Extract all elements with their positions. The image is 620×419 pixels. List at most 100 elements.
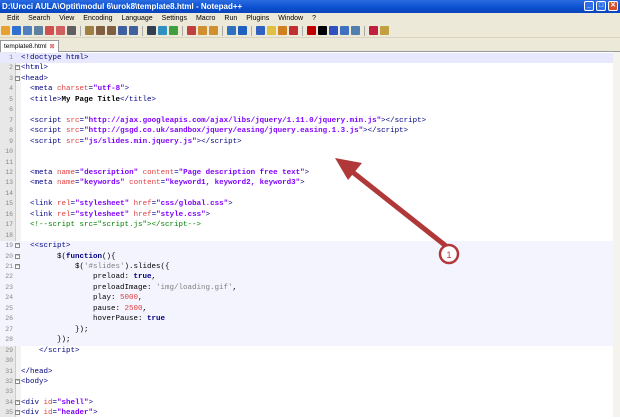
toolbar-button-icon[interactable] [1,26,10,35]
tab-close-icon[interactable]: ⊠ [50,44,55,50]
toolbar-button-icon[interactable] [351,26,360,35]
menu-settings[interactable]: Settings [162,13,187,24]
toolbar-button-icon[interactable] [34,26,43,35]
toolbar-button-icon[interactable] [187,26,196,35]
toolbar-button-icon[interactable] [56,26,65,35]
token-kw: true [147,315,166,324]
code-line[interactable]: 31 </head> [0,367,620,377]
token-tag: <!doctype html> [21,54,89,62]
maximize-button[interactable]: □ [596,1,606,11]
code-line[interactable]: 20− $(function(){ [0,251,620,262]
code-line[interactable]: 30 [0,356,620,366]
menu-language[interactable]: Language [122,13,153,24]
code-line[interactable]: 32− <body> [0,377,620,387]
toolbar-button-icon[interactable] [340,26,349,35]
code-line[interactable]: 4 <meta charset="utf-8"> [0,84,620,94]
code-line[interactable]: 11 [0,158,620,168]
fold-toggle-icon[interactable]: − [15,378,20,384]
code-line[interactable]: 14 [0,189,620,199]
code-line[interactable]: 22 preload: true, [0,272,620,283]
toolbar-button-icon[interactable] [318,26,327,35]
code-line[interactable]: 16 <link rel="stylesheet" href="style.cs… [0,210,620,220]
token-tag: ></script> [363,127,409,136]
toolbar-button-icon[interactable] [289,26,298,35]
fold-toggle-icon[interactable]: − [15,253,20,259]
code-line[interactable]: 26 hoverPause: true [0,314,620,325]
code-line[interactable]: 17 <!--script src="script.js"></script--… [0,220,620,230]
code-line[interactable]: 2− <html> [0,63,620,73]
toolbar-button-icon[interactable] [278,26,287,35]
toolbar-button-icon[interactable] [67,26,76,35]
minimize-button[interactable]: _ [584,1,594,11]
code-line[interactable]: 10 [0,147,620,157]
code-line[interactable]: 27 }); [0,324,620,336]
code-line[interactable]: 15 <link rel="stylesheet" href="css/glob… [0,199,620,209]
toolbar-button-icon[interactable] [85,26,94,35]
toolbar-button-icon[interactable] [96,26,105,35]
toolbar-button-icon[interactable] [256,26,265,35]
toolbar-button-icon[interactable] [118,26,127,35]
code-line[interactable]: 21− $('#slides').slides({ [0,262,620,273]
code-line[interactable]: 23 preloadImage: 'img/loading.gif', [0,282,620,294]
code-line[interactable]: 24 play: 5000, [0,293,620,304]
code-line[interactable]: 3− <head> [0,74,620,84]
code-line[interactable]: 18 [0,231,620,241]
toolbar-button-icon[interactable] [147,26,156,35]
menu-macro[interactable]: Macro [196,13,215,24]
code-line[interactable]: 35− <div id="header"> [0,408,620,418]
close-button[interactable]: ✕ [608,1,618,11]
menu-search[interactable]: Search [28,13,50,24]
toolbar-button-icon[interactable] [307,26,316,35]
toolbar-button-icon[interactable] [209,26,218,35]
code-line[interactable]: 8 <script src="http://gsgd.co.uk/sandbox… [0,126,620,136]
code-line[interactable]: 7 <script src="http://ajax.googleapis.co… [0,116,620,126]
code-line[interactable]: 29 </script> [0,346,620,356]
toolbar-button-icon[interactable] [329,26,338,35]
toolbar-button-icon[interactable] [45,26,54,35]
code-line[interactable]: 12 <meta name="description" content="Pag… [0,168,620,178]
token-attr: content [129,179,161,188]
menu-edit[interactable]: Edit [7,13,19,24]
menu-plugins[interactable]: Plugins [246,13,269,24]
code-line[interactable]: 28 }); [0,335,620,346]
toolbar-button-icon[interactable] [107,26,116,35]
toolbar-button-icon[interactable] [158,26,167,35]
code-line[interactable]: 6 [0,105,620,115]
menu-run[interactable]: Run [224,13,237,24]
fold-toggle-icon[interactable]: − [15,410,20,416]
tab-template8[interactable]: template8.html ⊠ [0,40,59,52]
fold-toggle-icon[interactable]: − [15,399,20,405]
code-line[interactable]: 34− <div id="shell"> [0,398,620,408]
toolbar-button-icon[interactable] [238,26,247,35]
code-line[interactable]: 25 pause: 2500, [0,303,620,315]
menu-view[interactable]: View [59,13,74,24]
code-line[interactable]: 1 <!doctype html> [0,53,620,64]
toolbar-separator [142,25,143,36]
tab-label: template8.html [4,43,47,50]
toolbar-button-icon[interactable] [267,26,276,35]
code-line[interactable]: 9 <script src="js/slides.min.jquery.js">… [0,137,620,147]
code-line[interactable]: 19− <<script> [0,241,620,252]
toolbar-button-icon[interactable] [129,26,138,35]
code-line[interactable]: 33 [0,387,620,397]
toolbar-button-icon[interactable] [380,26,389,35]
vertical-scrollbar[interactable] [613,52,620,417]
code-line[interactable]: 13 <meta name="keywords" content="keywor… [0,178,620,188]
fold-toggle-icon[interactable]: − [15,243,20,249]
code-editor[interactable]: 1 <!doctype html> 2− <html> 3− <head> 4 <meta … [0,52,620,417]
toolbar-button-icon[interactable] [12,26,21,35]
fold-toggle-icon[interactable]: − [15,75,20,81]
toolbar-button-icon[interactable] [23,26,32,35]
code-line[interactable]: 5 <title>My Page Title</title> [0,95,620,105]
menu-window[interactable]: Window [278,13,303,24]
toolbar-button-icon[interactable] [369,26,378,35]
toolbar-button-icon[interactable] [198,26,207,35]
token-attr: content [142,168,175,177]
toolbar-button-icon[interactable] [227,26,236,35]
menu-help[interactable]: ? [312,13,316,24]
menu-encoding[interactable]: Encoding [83,13,112,24]
fold-toggle-icon[interactable]: − [15,264,20,269]
token-tag: ></script> [196,137,242,146]
fold-toggle-icon[interactable]: − [15,65,20,71]
toolbar-button-icon[interactable] [169,26,178,35]
